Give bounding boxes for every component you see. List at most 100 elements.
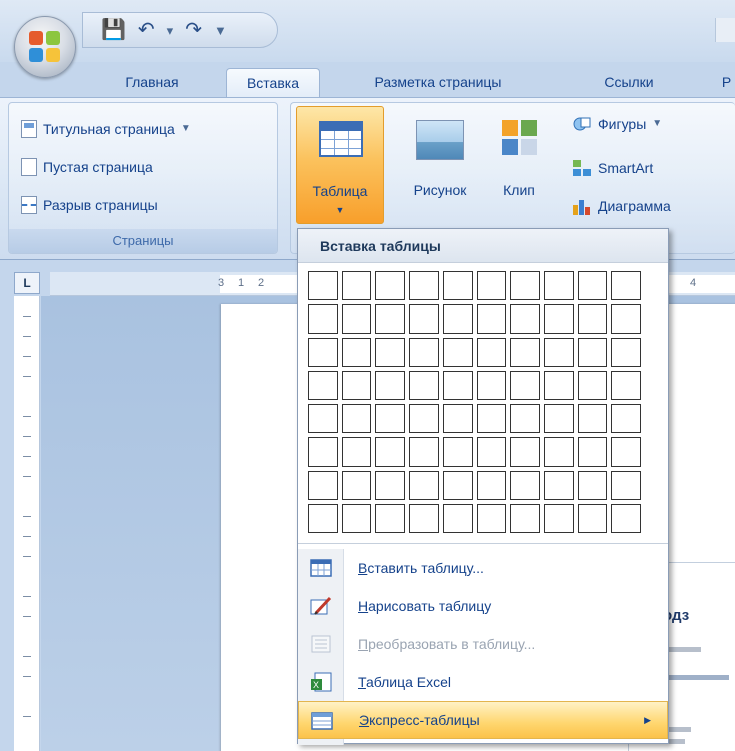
cover-page-button[interactable]: Титульная страница ▼: [21, 117, 191, 141]
table-grid-cell[interactable]: [409, 404, 439, 434]
table-grid-cell[interactable]: [308, 470, 338, 500]
table-grid-cell[interactable]: [341, 470, 372, 500]
table-grid-cell[interactable]: [308, 271, 338, 301]
table-grid-cell[interactable]: [375, 404, 406, 434]
table-grid-cell[interactable]: [375, 337, 406, 367]
table-grid-cell[interactable]: [543, 503, 574, 533]
table-grid-cell[interactable]: [476, 304, 507, 334]
table-grid-cell[interactable]: [308, 370, 338, 400]
table-grid-cell[interactable]: [577, 404, 608, 434]
table-grid-cell[interactable]: [308, 404, 338, 434]
table-grid-cell[interactable]: [308, 337, 338, 367]
smartart-button[interactable]: SmartArt: [572, 156, 653, 180]
table-grid-cell[interactable]: [510, 503, 540, 533]
table-grid-cell[interactable]: [543, 470, 574, 500]
table-grid-cell[interactable]: [543, 304, 574, 334]
table-grid-cell[interactable]: [341, 370, 372, 400]
table-grid-cell[interactable]: [577, 503, 608, 533]
page-break-button[interactable]: Разрыв страницы: [21, 193, 158, 217]
table-grid-cell[interactable]: [409, 470, 439, 500]
office-button[interactable]: [14, 16, 76, 78]
table-grid-cell[interactable]: [442, 304, 473, 334]
table-grid-cell[interactable]: [577, 470, 608, 500]
table-grid-cell[interactable]: [476, 437, 507, 467]
undo-dropdown-icon[interactable]: ▾: [167, 24, 174, 37]
table-grid-cell[interactable]: [409, 271, 439, 301]
picture-button[interactable]: Рисунок: [400, 106, 480, 226]
table-grid-cell[interactable]: [611, 404, 641, 434]
table-grid-cell[interactable]: [409, 304, 439, 334]
table-size-grid[interactable]: [308, 271, 641, 533]
table-grid-cell[interactable]: [341, 304, 372, 334]
table-grid-cell[interactable]: [577, 271, 608, 301]
insert-table-item[interactable]: Вставить таблицу...: [298, 549, 668, 587]
table-grid-cell[interactable]: [510, 271, 540, 301]
table-grid-cell[interactable]: [543, 437, 574, 467]
table-grid-cell[interactable]: [308, 304, 338, 334]
table-grid-cell[interactable]: [308, 437, 338, 467]
save-icon[interactable]: 💾: [101, 20, 126, 40]
table-grid-cell[interactable]: [442, 370, 473, 400]
table-grid-cell[interactable]: [375, 370, 406, 400]
table-grid-cell[interactable]: [375, 304, 406, 334]
customize-toolbar-icon[interactable]: ▼: [214, 24, 227, 37]
table-grid-cell[interactable]: [375, 437, 406, 467]
tab-page-layout[interactable]: Разметка страницы: [350, 68, 526, 98]
table-grid-cell[interactable]: [442, 503, 473, 533]
table-grid-cell[interactable]: [341, 404, 372, 434]
table-grid-cell[interactable]: [510, 337, 540, 367]
table-grid-cell[interactable]: [577, 304, 608, 334]
shapes-button[interactable]: Фигуры ▼: [572, 112, 662, 136]
table-grid-cell[interactable]: [510, 437, 540, 467]
table-grid-cell[interactable]: [341, 437, 372, 467]
table-grid-cell[interactable]: [375, 271, 406, 301]
table-grid-cell[interactable]: [510, 370, 540, 400]
tab-selector[interactable]: L: [14, 272, 40, 294]
table-grid-cell[interactable]: [409, 337, 439, 367]
tab-mailings-partial[interactable]: Р: [718, 68, 735, 98]
table-grid-cell[interactable]: [577, 337, 608, 367]
draw-table-item[interactable]: Нарисовать таблицу: [298, 587, 668, 625]
table-grid-cell[interactable]: [375, 503, 406, 533]
table-grid-cell[interactable]: [341, 337, 372, 367]
table-grid-cell[interactable]: [510, 304, 540, 334]
table-grid-cell[interactable]: [611, 437, 641, 467]
table-grid-cell[interactable]: [409, 437, 439, 467]
table-grid-cell[interactable]: [341, 503, 372, 533]
table-grid-cell[interactable]: [577, 437, 608, 467]
table-grid-cell[interactable]: [577, 370, 608, 400]
table-grid-cell[interactable]: [442, 470, 473, 500]
table-grid-cell[interactable]: [611, 370, 641, 400]
excel-table-item[interactable]: X Таблица Excel: [298, 663, 668, 701]
undo-icon[interactable]: ↶: [138, 20, 155, 40]
table-grid-cell[interactable]: [308, 503, 338, 533]
clip-button[interactable]: Клип: [488, 106, 550, 226]
table-grid-cell[interactable]: [611, 503, 641, 533]
table-grid-cell[interactable]: [543, 271, 574, 301]
table-grid-cell[interactable]: [543, 337, 574, 367]
quick-tables-item[interactable]: Экспресс-таблицы ▶: [298, 701, 668, 739]
table-grid-cell[interactable]: [442, 271, 473, 301]
chart-button[interactable]: Диаграмма: [572, 194, 671, 218]
table-grid-cell[interactable]: [409, 370, 439, 400]
table-grid-cell[interactable]: [611, 470, 641, 500]
table-grid-cell[interactable]: [611, 337, 641, 367]
table-grid-cell[interactable]: [476, 370, 507, 400]
table-grid-cell[interactable]: [476, 404, 507, 434]
table-grid-cell[interactable]: [476, 337, 507, 367]
table-grid-cell[interactable]: [476, 271, 507, 301]
table-grid-cell[interactable]: [442, 437, 473, 467]
table-grid-cell[interactable]: [543, 370, 574, 400]
table-grid-cell[interactable]: [510, 470, 540, 500]
table-grid-cell[interactable]: [476, 470, 507, 500]
tab-references[interactable]: Ссылки: [588, 68, 670, 98]
table-grid-cell[interactable]: [543, 404, 574, 434]
table-grid-cell[interactable]: [375, 470, 406, 500]
table-grid-cell[interactable]: [442, 404, 473, 434]
table-grid-cell[interactable]: [409, 503, 439, 533]
table-grid-cell[interactable]: [442, 337, 473, 367]
table-grid-cell[interactable]: [510, 404, 540, 434]
blank-page-button[interactable]: Пустая страница: [21, 155, 153, 179]
table-button[interactable]: Таблица ▼: [296, 106, 384, 224]
table-grid-cell[interactable]: [611, 304, 641, 334]
